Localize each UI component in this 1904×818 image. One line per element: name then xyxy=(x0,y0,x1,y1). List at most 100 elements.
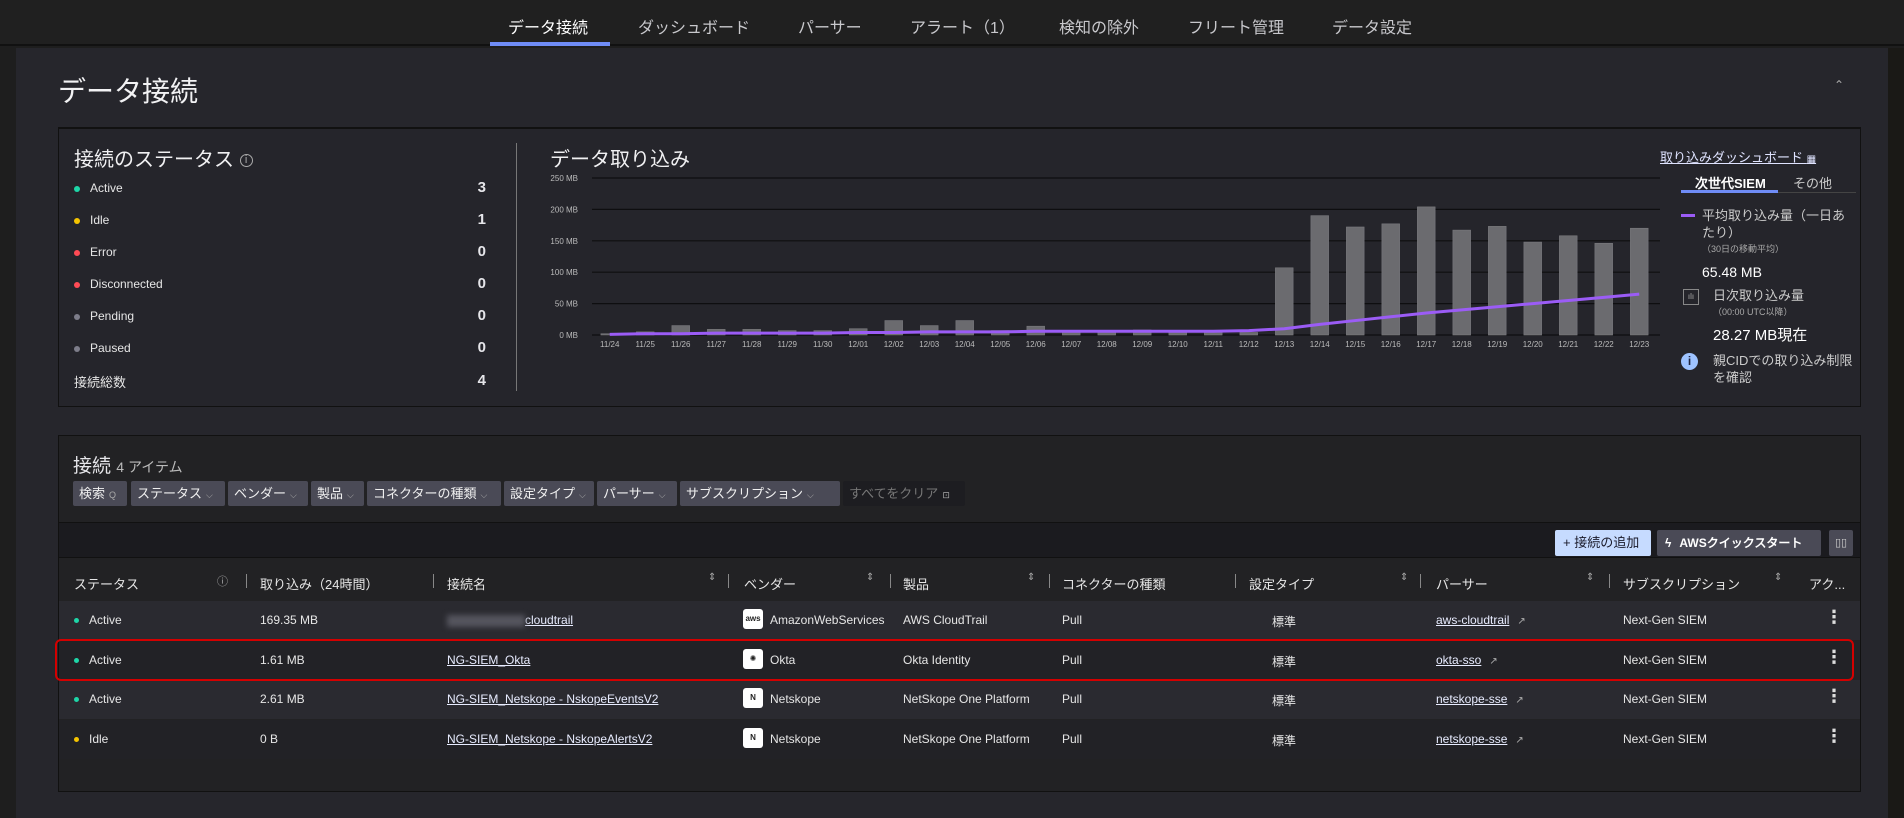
scrollbar-track[interactable] xyxy=(1888,48,1904,818)
filter-7[interactable]: サブスクリプション ⌵ xyxy=(680,481,840,506)
info-icon[interactable]: i xyxy=(239,154,253,168)
tab-dashboard[interactable]: ダッシュボード xyxy=(638,14,750,38)
collapse-chevron-icon[interactable]: ⌃ xyxy=(1834,78,1844,92)
status-cell: Active xyxy=(74,613,122,627)
bar xyxy=(1310,215,1329,336)
ingest-limit-link[interactable]: 親CIDでの取り込み制限を確認 xyxy=(1713,352,1853,386)
status-label: Pending xyxy=(90,309,135,323)
x-tick-label: 11/26 xyxy=(671,340,691,349)
sort-icon[interactable]: ⇕ xyxy=(866,572,874,583)
filter-6[interactable]: パーサー ⌵ xyxy=(597,481,677,506)
tab-data-connections[interactable]: データ接続 xyxy=(508,14,588,38)
column-divider xyxy=(728,574,729,588)
parser-link[interactable]: aws-cloudtrail xyxy=(1436,613,1509,627)
sort-icon[interactable]: ⇕ xyxy=(1774,572,1782,583)
status-count: 0 xyxy=(477,307,486,324)
tab-other[interactable]: その他 xyxy=(1793,173,1832,192)
external-link-icon[interactable]: ↗ xyxy=(1515,695,1523,706)
tab-data-settings[interactable]: データ設定 xyxy=(1332,14,1412,38)
column-header-9[interactable]: アク... xyxy=(1809,574,1845,593)
status-dot-icon xyxy=(74,618,79,624)
more-actions-icon[interactable]: ⋮ xyxy=(1825,726,1843,747)
column-header-3[interactable]: ベンダー xyxy=(744,574,796,593)
more-actions-icon[interactable]: ⋮ xyxy=(1825,607,1843,628)
tab-fleet-management[interactable]: フリート管理 xyxy=(1188,14,1284,38)
parser-link[interactable]: netskope-sse xyxy=(1436,732,1507,746)
connection-name-link[interactable]: NG-SIEM_Netskope - NskopeAlertsV2 xyxy=(447,732,652,746)
table-row[interactable]: Idle 0 B NG-SIEM_Netskope - NskopeAlerts… xyxy=(59,719,1860,759)
filter-label: ベンダー xyxy=(234,486,287,501)
subscription-cell: Next-Gen SIEM xyxy=(1623,692,1708,706)
status-title-text: 接続のステータス xyxy=(74,149,234,171)
sort-icon[interactable]: ⇕ xyxy=(1400,572,1408,583)
search-icon: Q xyxy=(109,490,117,500)
parser-cell: netskope-sse ↗ xyxy=(1436,692,1524,706)
x-tick-label: 12/08 xyxy=(1097,340,1118,349)
aws-quickstart-button[interactable]: ϟ AWSクイックスタート xyxy=(1657,530,1821,556)
filter-3[interactable]: 製品 ⌵ xyxy=(311,481,364,506)
connection-name-link[interactable]: cloudtrail xyxy=(525,613,573,627)
divider xyxy=(516,143,517,391)
x-tick-label: 12/06 xyxy=(1026,340,1047,349)
filter-2[interactable]: ベンダー ⌵ xyxy=(228,481,308,506)
connector-type-cell: Pull xyxy=(1062,613,1083,627)
vendor-cell: Netskope xyxy=(770,692,821,706)
connection-name-link[interactable]: NG-SIEM_Netskope - NskopeEventsV2 xyxy=(447,692,658,706)
column-header-8[interactable]: サブスクリプション xyxy=(1623,574,1740,593)
sort-icon[interactable]: ⇕ xyxy=(1027,572,1035,583)
clear-all-button[interactable]: すべてをクリア ⊡ xyxy=(843,481,965,506)
external-link-icon[interactable]: ↗ xyxy=(1515,735,1523,746)
status-label: Disconnected xyxy=(90,277,163,291)
column-header-0[interactable]: ステータス xyxy=(74,574,139,593)
status-cell: Active xyxy=(74,692,122,706)
daily-legend: 日次取り込み量 （00:00 UTC以降） 28.27 MB現在 xyxy=(1713,287,1863,344)
sort-icon[interactable]: ⇕ xyxy=(1586,572,1594,583)
table-row[interactable]: Active 169.35 MB cloudtrail aws AmazonWe… xyxy=(59,601,1860,640)
tab-detection-exclusions[interactable]: 検知の除外 xyxy=(1059,14,1139,38)
active-tab-indicator xyxy=(490,42,610,46)
column-divider xyxy=(433,574,434,588)
total-count: 4 xyxy=(477,372,486,389)
add-connection-button[interactable]: + 接続の追加 xyxy=(1555,530,1651,556)
average-line xyxy=(609,292,1640,336)
status-text: Idle xyxy=(89,731,109,746)
column-header-7[interactable]: パーサー xyxy=(1436,574,1488,593)
config-type-cell: 標準 xyxy=(1272,615,1297,629)
x-tick-label: 12/03 xyxy=(919,340,940,349)
daily-label: 日次取り込み量 xyxy=(1713,288,1805,303)
parser-link[interactable]: netskope-sse xyxy=(1436,692,1507,706)
column-settings-icon[interactable]: ▯▯ xyxy=(1829,530,1853,556)
filter-5[interactable]: 設定タイプ ⌵ xyxy=(504,481,594,506)
column-header-5[interactable]: コネクターの種類 xyxy=(1062,574,1165,593)
connector-type-cell: Pull xyxy=(1062,692,1083,706)
ingest-dashboard-link[interactable]: 取り込みダッシュボード ▦ xyxy=(1660,147,1816,166)
ingest-dashboard-link-text[interactable]: 取り込みダッシュボード xyxy=(1660,150,1803,165)
status-item-active: Active xyxy=(74,181,123,195)
info-icon[interactable]: ⓘ xyxy=(217,573,228,589)
info-icon: i xyxy=(1681,353,1698,370)
status-item-idle: Idle xyxy=(74,213,109,227)
sort-icon[interactable]: ⇕ xyxy=(708,572,716,583)
tab-parser[interactable]: パーサー xyxy=(798,14,862,38)
bar-chart-icon: ılı xyxy=(1683,289,1699,305)
column-header-1[interactable]: 取り込み（24時間） xyxy=(260,574,378,593)
external-link-icon[interactable]: ↗ xyxy=(1517,616,1525,627)
more-actions-icon[interactable]: ⋮ xyxy=(1825,686,1843,707)
product-cell: AWS CloudTrail xyxy=(903,613,988,627)
x-tick-label: 11/29 xyxy=(778,340,798,349)
x-tick-label: 12/15 xyxy=(1345,340,1366,349)
filter-0[interactable]: 検索 Q xyxy=(73,481,127,506)
filter-4[interactable]: コネクターの種類 ⌵ xyxy=(367,481,501,506)
x-tick-label: 12/18 xyxy=(1452,340,1473,349)
table-row[interactable]: Active 2.61 MB NG-SIEM_Netskope - Nskope… xyxy=(59,680,1860,719)
x-tick-label: 12/23 xyxy=(1629,340,1650,349)
column-header-2[interactable]: 接続名 xyxy=(447,574,486,593)
tab-alerts[interactable]: アラート（1） xyxy=(910,14,1015,38)
status-count: 1 xyxy=(477,211,486,228)
column-header-6[interactable]: 設定タイプ xyxy=(1249,574,1314,593)
x-tick-label: 12/19 xyxy=(1487,340,1508,349)
chevron-down-icon: ⌵ xyxy=(579,490,586,500)
filter-1[interactable]: ステータス ⌵ xyxy=(131,481,225,506)
column-header-4[interactable]: 製品 xyxy=(903,574,929,593)
ingest-cell: 0 B xyxy=(260,731,279,746)
